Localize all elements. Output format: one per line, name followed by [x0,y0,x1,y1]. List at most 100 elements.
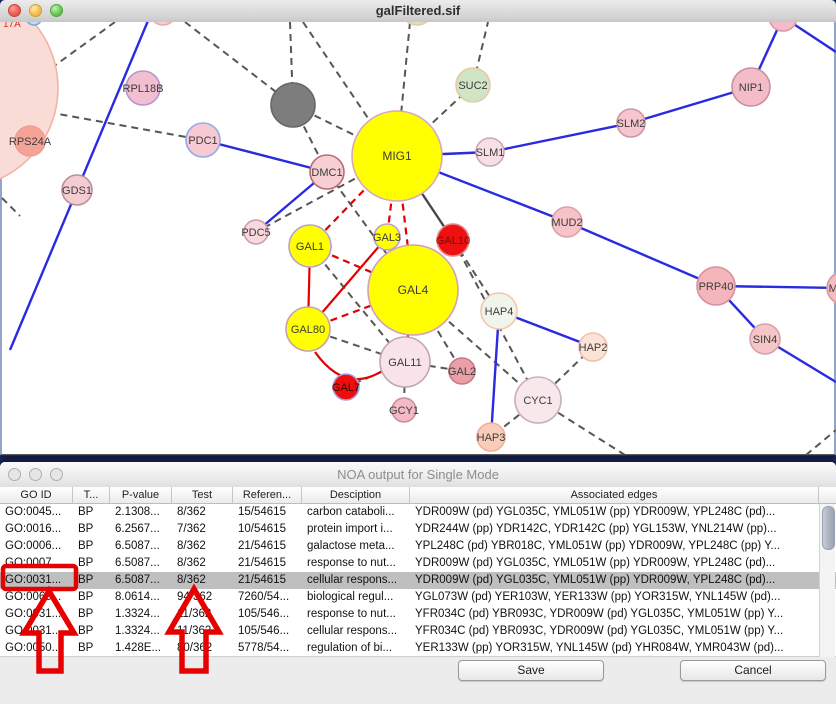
cell-description: regulation of bi... [302,640,410,657]
node-label-HAP4: HAP4 [485,306,514,318]
cell-associated-edges: YDR009W (pd) YGL035C, YML051W (pp) YDR00… [410,572,819,589]
graph-window-title: galFiltered.sif [0,3,836,18]
graph-node-top-pink-left[interactable] [150,22,176,25]
cell-description: carbon cataboli... [302,504,410,521]
cell-go-id: GO:0006... [0,538,73,555]
table-row[interactable]: GO:0065...BP8.0614...94/3627260/54...bio… [0,589,836,606]
cell-description: response to nut... [302,555,410,572]
cell-type: BP [73,572,110,589]
cell-reference: 105/546... [233,623,302,640]
cell-type: BP [73,606,110,623]
table-row[interactable]: GO:0007...BP6.5087...8/36221/54615respon… [0,555,836,572]
cell-type: BP [73,623,110,640]
node-label-GAL10: GAL10 [436,235,470,247]
table-row[interactable]: GO:0031...BP1.3324...11/362105/546...cel… [0,623,836,640]
node-label-NIP1: NIP1 [739,82,763,94]
node-label-MSL1: MSL1 [829,283,836,295]
graph-node-bigleft[interactable] [0,22,58,188]
cell-associated-edges: YFR034C (pd) YBR093C, YDR009W (pd) YGL03… [410,606,819,623]
cell-associated-edges: YDR244W (pp) YDR142C, YDR142C (pp) YGL15… [410,521,819,538]
save-button[interactable]: Save [458,660,604,681]
node-label-SUC2: SUC2 [458,80,487,92]
cancel-button[interactable]: Cancel [680,660,826,681]
scrollbar-thumb[interactable] [822,506,835,550]
column-header-p-value[interactable]: P-value [110,487,172,503]
column-header-go-id[interactable]: GO ID [0,487,73,503]
cell-type: BP [73,538,110,555]
cell-test: 94/362 [172,589,233,606]
cell-p-value: 1.3324... [110,623,172,640]
graph-node-top-green[interactable] [401,22,433,25]
table-row[interactable]: GO:0050...BP1.428E...80/3625778/54...reg… [0,640,836,657]
cell-p-value: 6.5087... [110,538,172,555]
cell-description: response to nut... [302,606,410,623]
cell-test: 7/362 [172,521,233,538]
cell-associated-edges: YFR034C (pd) YBR093C, YDR009W (pd) YGL03… [410,623,819,640]
node-label-RPL18B: RPL18B [123,83,164,95]
noa-window-title: NOA output for Single Mode [0,467,836,482]
cell-p-value: 8.0614... [110,589,172,606]
cell-test: 80/362 [172,640,233,657]
table-header: GO IDT...P-valueTestReferen...Desciption… [0,487,836,504]
cell-test: 8/362 [172,504,233,521]
cell-go-id: GO:0031... [0,606,73,623]
table-row[interactable]: GO:0031...BP1.3324...11/362105/546...res… [0,606,836,623]
cell-description: biological regul... [302,589,410,606]
node-label-SLM1: SLM1 [476,147,505,159]
column-header-t[interactable]: T... [73,487,110,503]
column-header-desciption[interactable]: Desciption [302,487,410,503]
node-label-SLM2: SLM2 [617,118,646,130]
node-label-PDC1: PDC1 [188,135,217,147]
cell-go-id: GO:0031... [0,572,73,589]
noa-window-titlebar[interactable]: NOA output for Single Mode [0,462,836,488]
cell-reference: 10/54615 [233,521,302,538]
table-row[interactable]: GO:0006...BP6.5087...8/36221/54615galact… [0,538,836,555]
table-scrollbar[interactable] [819,504,835,657]
cell-go-id: GO:0007... [0,555,73,572]
node-label-GAL1: GAL1 [296,241,324,253]
cell-reference: 7260/54... [233,589,302,606]
node-label-RPS24A: RPS24A [9,136,52,148]
column-header-stub [819,487,836,503]
node-label-HAP3: HAP3 [477,432,506,444]
edge-pp [491,311,499,437]
cell-description: protein import i... [302,521,410,538]
noa-window: NOA output for Single Mode GO IDT...P-va… [0,462,836,704]
cell-test: 11/362 [172,606,233,623]
table-row-selected[interactable]: GO:0031...BP6.5087...8/36221/54615cellul… [0,572,836,589]
edge-pp [490,123,631,152]
column-header-test[interactable]: Test [172,487,233,503]
node-label-CYC1: CYC1 [523,395,552,407]
graph-window-titlebar[interactable]: galFiltered.sif [0,0,836,23]
cell-associated-edges: YDR009W (pd) YGL035C, YML051W (pp) YDR00… [410,555,819,572]
node-label-GAL4: GAL4 [398,283,429,297]
cell-type: BP [73,521,110,538]
cell-type: BP [73,504,110,521]
cell-go-id: GO:0031... [0,623,73,640]
node-label-GDS1: GDS1 [62,185,92,197]
node-label-DMC1: DMC1 [311,167,342,179]
graph-node-graynode[interactable] [271,83,315,127]
cell-test: 8/362 [172,555,233,572]
cell-test: 11/362 [172,623,233,640]
cell-test: 8/362 [172,538,233,555]
node-label-MUD2: MUD2 [551,217,582,229]
cell-p-value: 1.3324... [110,606,172,623]
cell-description: cellular respons... [302,623,410,640]
graph-node-top-pink-right[interactable] [769,22,797,31]
cell-reference: 105/546... [233,606,302,623]
cell-reference: 5778/54... [233,640,302,657]
node-label-GAL80: GAL80 [291,324,325,336]
table-row[interactable]: GO:0045...BP2.1308...8/36215/54615carbon… [0,504,836,521]
network-canvas[interactable]: RPL18BRPS24AGDS1PDC1DMC1MIG1SUC2SLM1SLM2… [0,22,836,455]
cell-p-value: 2.1308... [110,504,172,521]
node-label-GAL3: GAL3 [373,232,401,244]
node-label-PDC5: PDC5 [241,227,270,239]
table-row[interactable]: GO:0016...BP6.2567...7/36210/54615protei… [0,521,836,538]
column-header-referen[interactable]: Referen... [233,487,302,503]
node-label-PRP40: PRP40 [699,281,734,293]
column-header-associated-edges[interactable]: Associated edges [410,487,819,503]
cell-p-value: 1.428E... [110,640,172,657]
edge-pp [203,140,327,172]
noa-footer: Save Cancel [0,658,836,704]
